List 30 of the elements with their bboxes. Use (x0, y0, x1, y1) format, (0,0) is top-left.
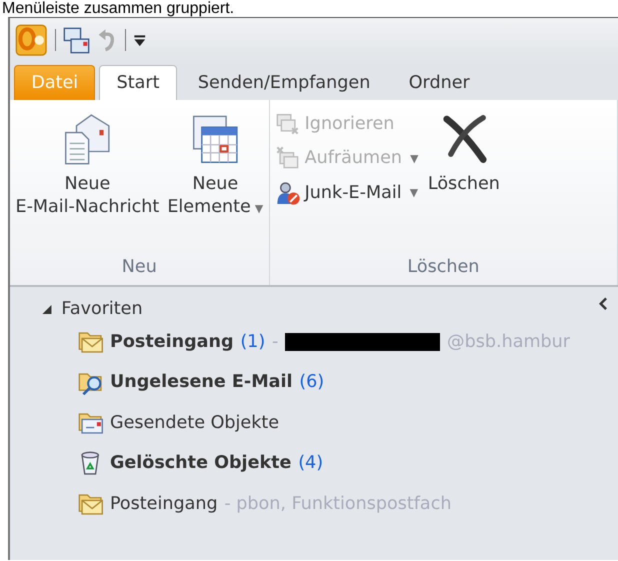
ribbon-button[interactable]: Löschen (426, 106, 502, 254)
ribbon-tab[interactable]: Ordner (392, 64, 487, 100)
account-label: - (272, 330, 278, 354)
ribbon-button[interactable]: Neue E-Mail-Nachricht (14, 106, 161, 254)
account-label: @bsb.hambur (447, 330, 570, 354)
caption-text: Menüleiste zusammen gruppiert. (1, 0, 236, 17)
folder-name[interactable]: Posteingang (110, 328, 234, 356)
folder-name[interactable]: Ungelesene E-Mail (110, 369, 293, 396)
folder-name[interactable]: Gesendete Objekte (110, 410, 280, 436)
account-label: - pbon, Funktionspostfach (224, 492, 452, 516)
outlook-logo-icon (15, 24, 48, 56)
ribbon-button[interactable]: Neue Elemente ▼ (166, 106, 264, 254)
collapse-pane-icon[interactable] (598, 297, 608, 311)
expanded-triangle-icon[interactable] (42, 304, 52, 314)
send-receive-icon[interactable] (62, 26, 90, 54)
envelopes-x-icon (276, 112, 301, 136)
ribbon-button[interactable]: Junk-E-Mail ▼ (274, 177, 422, 209)
folder-name[interactable]: Gelöschte Objekte (110, 450, 292, 477)
unread-count: (4) (298, 452, 324, 476)
person-blocked-icon (276, 180, 301, 206)
group-label: Neu (120, 256, 158, 280)
ribbon-tab[interactable]: Senden/Empfangen (180, 64, 388, 100)
unread-count: (6) (299, 371, 324, 394)
envelopes-x-icon (276, 146, 301, 171)
ribbon-tab[interactable]: Start (99, 64, 177, 100)
folder-name[interactable]: Posteingang (110, 490, 218, 518)
section-header[interactable]: Favoriten (61, 296, 143, 323)
unread-count: (1) (240, 330, 266, 354)
group-label: Löschen (406, 256, 480, 280)
customize-dropdown-icon[interactable] (132, 34, 146, 48)
